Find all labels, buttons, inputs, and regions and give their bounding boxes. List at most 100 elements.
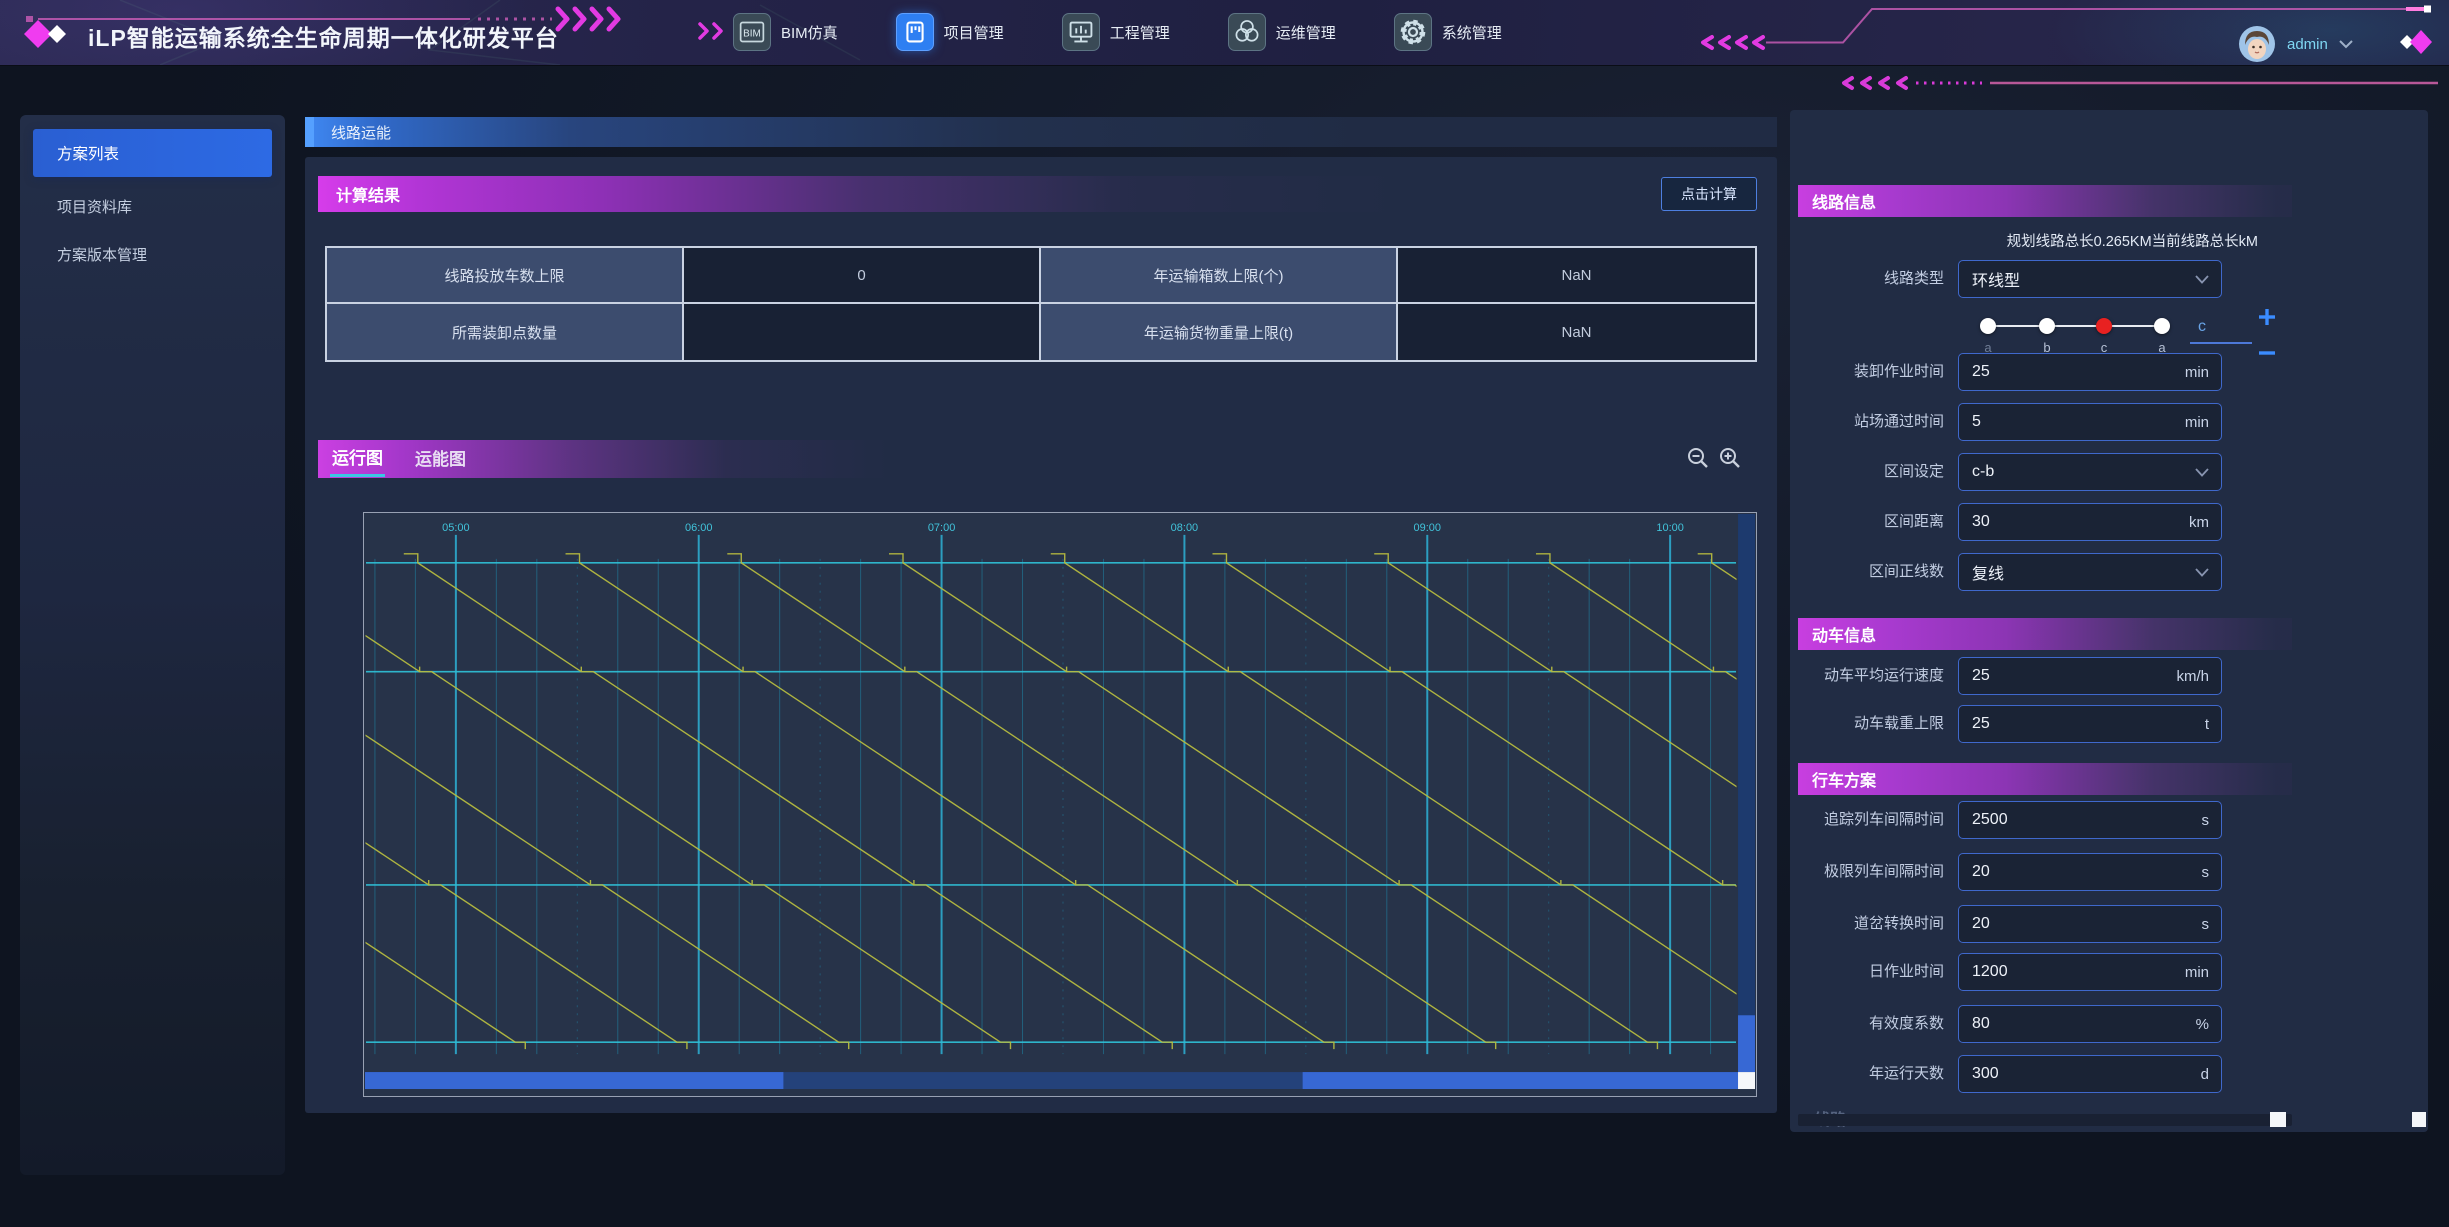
- loading-time-label: 装卸作业时间: [1798, 353, 1944, 391]
- station-stepper-value: c: [2190, 318, 2252, 344]
- results-table: 线路投放车数上限0年运输箱数上限(个)NaN所需装卸点数量年运输货物重量上限(t…: [325, 246, 1757, 362]
- tracking-interval-label: 追踪列车间隔时间: [1798, 801, 1944, 839]
- page-title-bar: 线路运能: [305, 117, 1777, 147]
- tab-operation-diagram[interactable]: 运行图: [330, 442, 385, 477]
- nav-operations[interactable]: 运维管理: [1228, 13, 1336, 51]
- section-setting-label: 区间设定: [1798, 453, 1944, 491]
- section-track-count-label: 区间正线数: [1798, 553, 1944, 591]
- station-pass-time-input[interactable]: 5min: [1958, 403, 2222, 441]
- section-header-line-info: 线路信息: [1798, 185, 2292, 217]
- switch-time-input[interactable]: 20s: [1958, 905, 2222, 943]
- field-value: 5: [1972, 413, 1981, 431]
- availability-factor-input[interactable]: 80%: [1958, 1005, 2222, 1043]
- magnifier-minus-icon[interactable]: [1686, 446, 1710, 470]
- avg-speed-input[interactable]: 25km/h: [1958, 657, 2222, 695]
- section-setting-select[interactable]: c-b: [1958, 453, 2222, 491]
- avatar: [2238, 25, 2276, 63]
- chart-vscrollbar-thumb[interactable]: [1738, 1015, 1755, 1072]
- field-value: 2500: [1972, 811, 2008, 829]
- tab-capacity-diagram[interactable]: 运能图: [413, 443, 468, 475]
- line-length-summary: 规划线路总长0.265KM当前线路总长kM: [1798, 230, 2258, 251]
- svg-text:BIM: BIM: [743, 28, 761, 39]
- app-logo: [22, 17, 82, 51]
- panel-hscrollbar[interactable]: [1798, 1114, 2292, 1126]
- station-slider-track: [1988, 325, 2162, 327]
- section-track-count-select[interactable]: 复线: [1958, 553, 2222, 591]
- magnifier-plus-icon[interactable]: [1718, 446, 1742, 470]
- remove-station-button[interactable]: [2254, 340, 2280, 366]
- nav-label: 系统管理: [1442, 22, 1502, 43]
- avg-speed-label: 动车平均运行速度: [1798, 657, 1944, 695]
- field-unit: s: [2202, 916, 2210, 933]
- chart-vscrollbar[interactable]: [1738, 514, 1755, 1072]
- nav-engineering[interactable]: 工程管理: [1062, 13, 1170, 51]
- main-nav: BIMBIM仿真 项目管理 工程管理 运维管理 系统管理: [733, 8, 1502, 56]
- annual-days-input[interactable]: 300d: [1958, 1055, 2222, 1093]
- calculate-button[interactable]: 点击计算: [1661, 177, 1757, 211]
- line-type-select[interactable]: 环线型: [1958, 260, 2222, 298]
- field-value: 25: [1972, 715, 1990, 733]
- chevron-down-icon: [2339, 40, 2353, 49]
- panel-scroll-corner[interactable]: [2412, 1112, 2426, 1127]
- add-station-button[interactable]: [2254, 304, 2280, 330]
- availability-factor-label: 有效度系数: [1798, 1005, 1944, 1043]
- main-panel: 计算结果 点击计算 线路投放车数上限0年运输箱数上限(个)NaN所需装卸点数量年…: [305, 157, 1777, 1113]
- chart-scroll-corner: [1738, 1072, 1755, 1089]
- nav-project[interactable]: 项目管理: [896, 13, 1004, 51]
- field-unit: min: [2185, 964, 2209, 981]
- result-label: 年运输货物重量上限(t): [1041, 304, 1398, 360]
- loading-time-input[interactable]: 25min: [1958, 353, 2222, 391]
- field-value: 30: [1972, 513, 1990, 531]
- field-value: 环线型: [1972, 267, 2020, 291]
- station-dot-a-0[interactable]: [1980, 318, 1996, 334]
- annual-days-label: 年运行天数: [1798, 1055, 1944, 1093]
- field-unit: s: [2202, 864, 2210, 881]
- result-label: 所需装卸点数量: [327, 304, 684, 360]
- nav-label: 运维管理: [1276, 22, 1336, 43]
- station-dot-c-2[interactable]: [2096, 318, 2112, 334]
- line-settings-panel: 线路信息 规划线路总长0.265KM当前线路总长kM abca c 动车信息 行…: [1790, 110, 2428, 1132]
- field-value: 1200: [1972, 963, 2008, 981]
- gear-icon: [1394, 13, 1432, 51]
- field-value: 20: [1972, 863, 1990, 881]
- sidebar-item-project-library[interactable]: 项目资料库: [33, 188, 272, 224]
- results-header: 计算结果 点击计算: [318, 176, 1757, 212]
- sidebar-item-plan-versions[interactable]: 方案版本管理: [33, 236, 272, 272]
- sidebar-item-plan-list[interactable]: 方案列表: [33, 129, 272, 177]
- monitor-icon: [1062, 13, 1100, 51]
- chevron-down-icon: [2195, 468, 2209, 477]
- page-title: 线路运能: [331, 122, 391, 143]
- nav-system[interactable]: 系统管理: [1394, 13, 1502, 51]
- field-unit: s: [2202, 812, 2210, 829]
- station-dot-b-1[interactable]: [2039, 318, 2055, 334]
- line-type-label: 线路类型: [1798, 260, 1944, 298]
- field-value: 复线: [1972, 560, 2004, 584]
- x-tick-label: 05:00: [442, 522, 469, 534]
- field-unit: d: [2201, 1066, 2209, 1083]
- minus-icon: [2256, 342, 2278, 364]
- chevron-down-icon: [2195, 275, 2209, 284]
- chevron-down-icon: [2195, 568, 2209, 577]
- section-distance-input[interactable]: 30km: [1958, 503, 2222, 541]
- panel-hscrollbar-handle[interactable]: [2270, 1112, 2286, 1127]
- result-value: NaN: [1398, 248, 1755, 304]
- train-paths: [364, 554, 1756, 1049]
- x-tick-label: 10:00: [1656, 522, 1683, 534]
- x-tick-label: 06:00: [685, 522, 712, 534]
- result-label: 线路投放车数上限: [327, 248, 684, 304]
- user-menu[interactable]: admin: [2238, 24, 2353, 64]
- station-dot-a-3[interactable]: [2154, 318, 2170, 334]
- result-label: 年运输箱数上限(个): [1041, 248, 1398, 304]
- nav-bim[interactable]: BIMBIM仿真: [733, 13, 838, 51]
- diagram-tabs-bar: 运行图运能图: [318, 440, 918, 478]
- plus-icon: [2256, 306, 2278, 328]
- limit-interval-label: 极限列车间隔时间: [1798, 853, 1944, 891]
- x-tick-label: 08:00: [1171, 522, 1198, 534]
- daily-work-time-input[interactable]: 1200 min: [1958, 953, 2222, 991]
- tracking-interval-input[interactable]: 2500 s: [1958, 801, 2222, 839]
- field-unit: t: [2205, 716, 2209, 733]
- limit-interval-input[interactable]: 20 s: [1958, 853, 2222, 891]
- result-value: [684, 304, 1041, 360]
- max-load-input[interactable]: 25 t: [1958, 705, 2222, 743]
- train-diagram[interactable]: 05:0006:0007:0008:0009:0010:00: [363, 512, 1757, 1097]
